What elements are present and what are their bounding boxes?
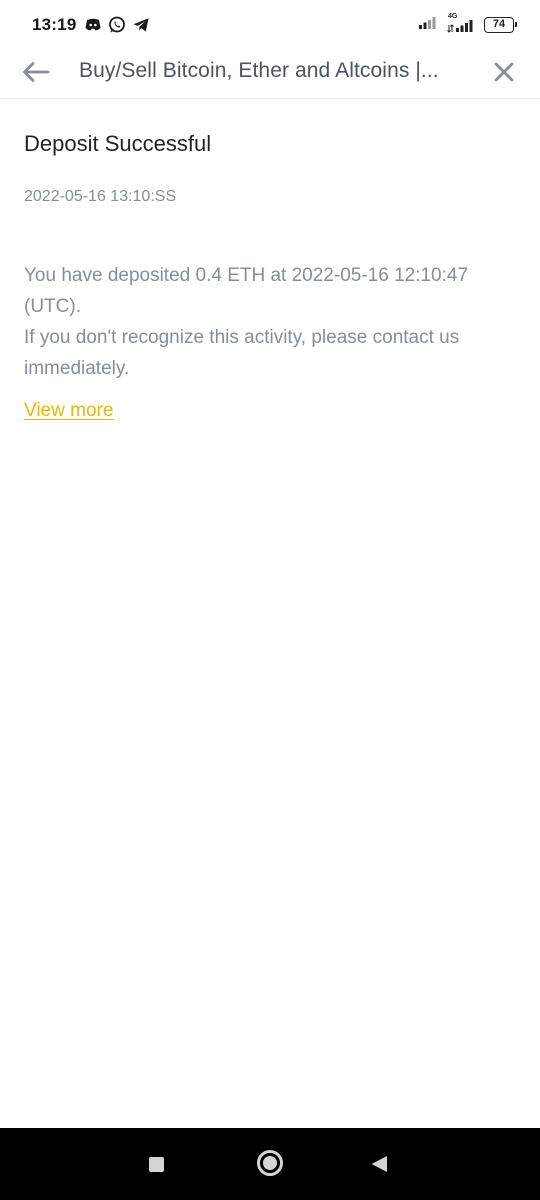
whatsapp-icon (108, 16, 126, 39)
telegram-icon (132, 16, 150, 39)
notification-icons (84, 16, 150, 39)
system-nav-bar (0, 1128, 540, 1200)
signal-4g-icon: 4G (446, 13, 476, 34)
back-button[interactable] (18, 56, 54, 92)
close-icon (493, 61, 515, 88)
close-button[interactable] (486, 56, 522, 92)
battery-level: 74 (492, 18, 506, 30)
notification-title: Deposit Successful (24, 131, 212, 156)
system-icons: 4G 74 (418, 13, 517, 35)
recents-icon[interactable] (149, 1157, 164, 1172)
battery-icon: 74 (484, 16, 517, 33)
view-more-link[interactable]: View more (24, 398, 113, 424)
arrow-left-icon (22, 61, 50, 88)
status-bar: 13:19 4G 74 (0, 0, 540, 52)
notification-message: You have deposited 0.4 ETH at 2022-05-16… (24, 260, 524, 384)
notification-timestamp: 2022-05-16 13:10:SS (24, 188, 177, 205)
notification-detail: Deposit Successful 2022-05-16 13:10:SS Y… (24, 98, 524, 424)
back-icon[interactable] (370, 1155, 388, 1178)
message-line-2: If you don't recognize this activity, pl… (24, 327, 460, 379)
message-line-1: You have deposited 0.4 ETH at 2022-05-16… (24, 265, 469, 317)
webview-toolbar: Buy/Sell Bitcoin, Ether and Altcoins |..… (0, 52, 540, 99)
home-icon[interactable] (257, 1150, 283, 1176)
home-icon-inner (263, 1156, 277, 1170)
page-title: Buy/Sell Bitcoin, Ether and Altcoins |..… (79, 59, 439, 82)
signal-icon (418, 14, 438, 35)
status-time: 13:19 (32, 15, 77, 34)
discord-icon (84, 16, 102, 39)
